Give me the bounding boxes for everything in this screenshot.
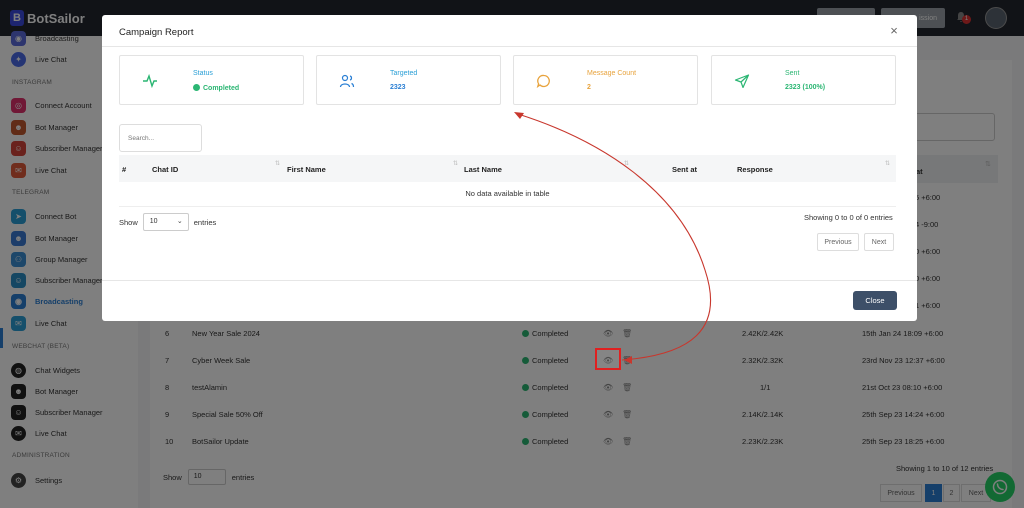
sort-icon[interactable]: ⇅ (453, 160, 458, 167)
entries-length-control: Show 10 ⌄ entries (119, 213, 216, 231)
close-icon[interactable]: × (886, 23, 902, 39)
modal-header-divider (102, 46, 917, 47)
status-badge: Completed (193, 84, 239, 92)
stat-card-message-count: Message Count 2 (513, 55, 698, 105)
report-table-header: # Chat ID ⇅ First Name ⇅ Last Name ⇅ Sen… (119, 155, 896, 182)
stat-card-sent: Sent 2323 (100%) (711, 55, 896, 105)
sort-icon[interactable]: ⇅ (624, 160, 629, 167)
stat-value: 2323 (100%) (785, 84, 826, 91)
stat-label: Message Count (587, 70, 637, 77)
sort-icon[interactable]: ⇅ (885, 160, 890, 167)
search-input[interactable] (119, 124, 202, 152)
column-header-number[interactable]: # (122, 165, 126, 174)
modal-footer-divider (102, 280, 917, 281)
users-icon (339, 74, 355, 88)
sort-icon[interactable]: ⇅ (275, 160, 280, 167)
stat-value: 2323 (390, 84, 406, 91)
campaign-report-modal: Campaign Report × Status Completed Targe… (102, 15, 917, 321)
stat-label: Targeted (390, 70, 418, 77)
show-label: Show (119, 217, 138, 227)
message-circle-icon (536, 74, 550, 88)
stat-card-status: Status Completed (119, 55, 304, 105)
chevron-down-icon: ⌄ (176, 218, 183, 225)
entries-label: entries (193, 217, 217, 227)
column-header-sent-at[interactable]: Sent at (672, 165, 697, 174)
empty-table-message: No data available in table (465, 189, 550, 198)
stat-value: 2 (587, 84, 591, 91)
column-header-first-name[interactable]: First Name (287, 165, 326, 174)
modal-title: Campaign Report (119, 27, 194, 38)
column-header-response[interactable]: Response (737, 165, 773, 174)
stat-card-targeted: Targeted 2323 (316, 55, 501, 105)
table-bottom-divider (119, 206, 896, 207)
close-button[interactable]: Close (853, 291, 897, 310)
stat-label: Sent (785, 70, 800, 77)
stat-label: Status (193, 70, 213, 77)
pagination-next[interactable]: Next (864, 233, 894, 251)
entries-select[interactable]: 10 ⌄ (142, 213, 189, 231)
column-header-last-name[interactable]: Last Name (464, 165, 502, 174)
highlight-box (595, 348, 621, 370)
pagination-previous[interactable]: Previous (817, 233, 859, 251)
activity-icon (143, 74, 157, 88)
column-header-chat-id[interactable]: Chat ID (152, 165, 178, 174)
send-icon (734, 74, 750, 88)
table-info: Showing 0 to 0 of 0 entries (804, 213, 893, 222)
